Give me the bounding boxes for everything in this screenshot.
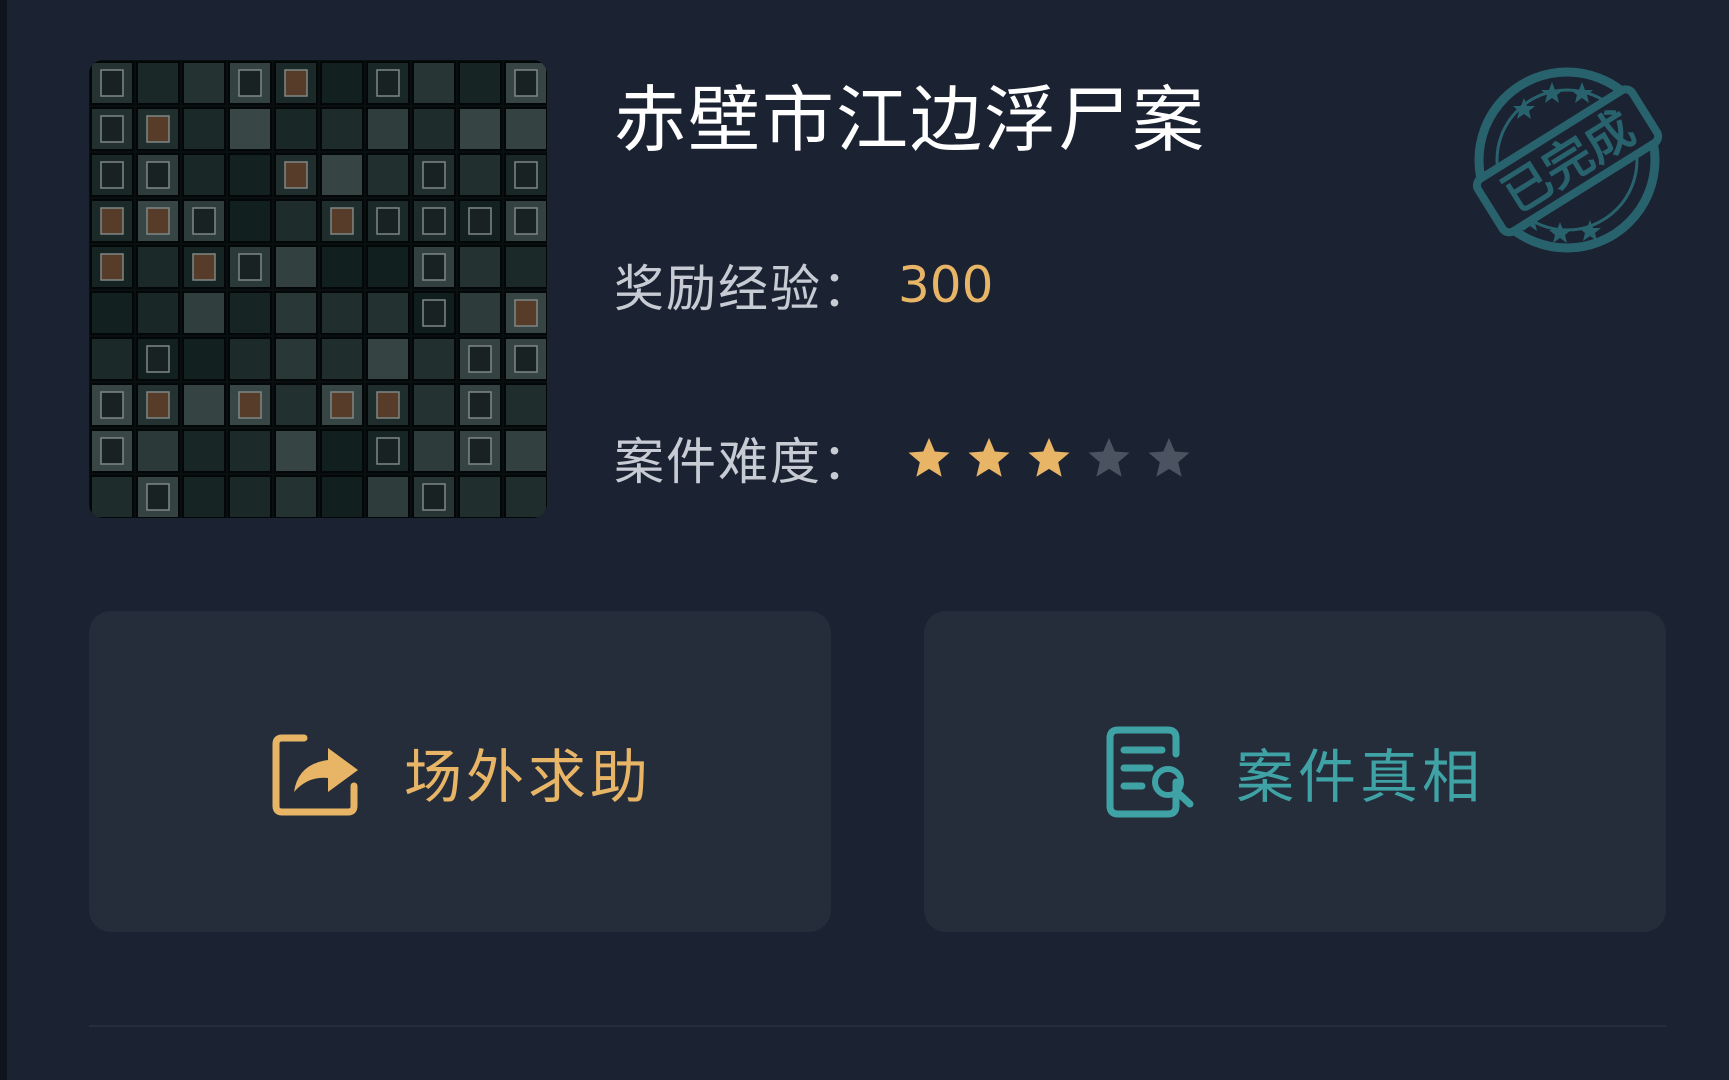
document-search-icon — [1106, 726, 1194, 817]
star-filled-icon — [908, 437, 950, 477]
reward-value: 300 — [898, 256, 994, 314]
star-empty-icon — [1088, 437, 1130, 477]
share-arrow-icon — [272, 734, 358, 815]
case-cover-image — [89, 60, 547, 518]
case-detail-panel: 赤壁市江边浮尸案 奖励经验： 300 案件难度： 已完成 场外求助 案件真相 — [7, 0, 1729, 1080]
reward-row: 奖励经验： 300 — [614, 250, 993, 320]
help-button[interactable]: 场外求助 — [89, 611, 831, 932]
case-truth-button[interactable]: 案件真相 — [924, 611, 1666, 932]
help-button-label: 场外求助 — [403, 742, 652, 811]
reward-label: 奖励经验： — [614, 260, 874, 318]
star-filled-icon — [1028, 437, 1070, 477]
completed-stamp: 已完成 — [1462, 60, 1672, 260]
case-title: 赤壁市江边浮尸案 — [614, 78, 1207, 162]
star-empty-icon — [1148, 437, 1190, 477]
difficulty-row: 案件难度： — [614, 423, 1192, 493]
difficulty-stars — [906, 435, 1192, 481]
case-truth-button-label: 案件真相 — [1235, 742, 1484, 811]
difficulty-label: 案件难度： — [614, 433, 874, 491]
star-filled-icon — [968, 437, 1010, 477]
divider — [89, 1025, 1666, 1027]
